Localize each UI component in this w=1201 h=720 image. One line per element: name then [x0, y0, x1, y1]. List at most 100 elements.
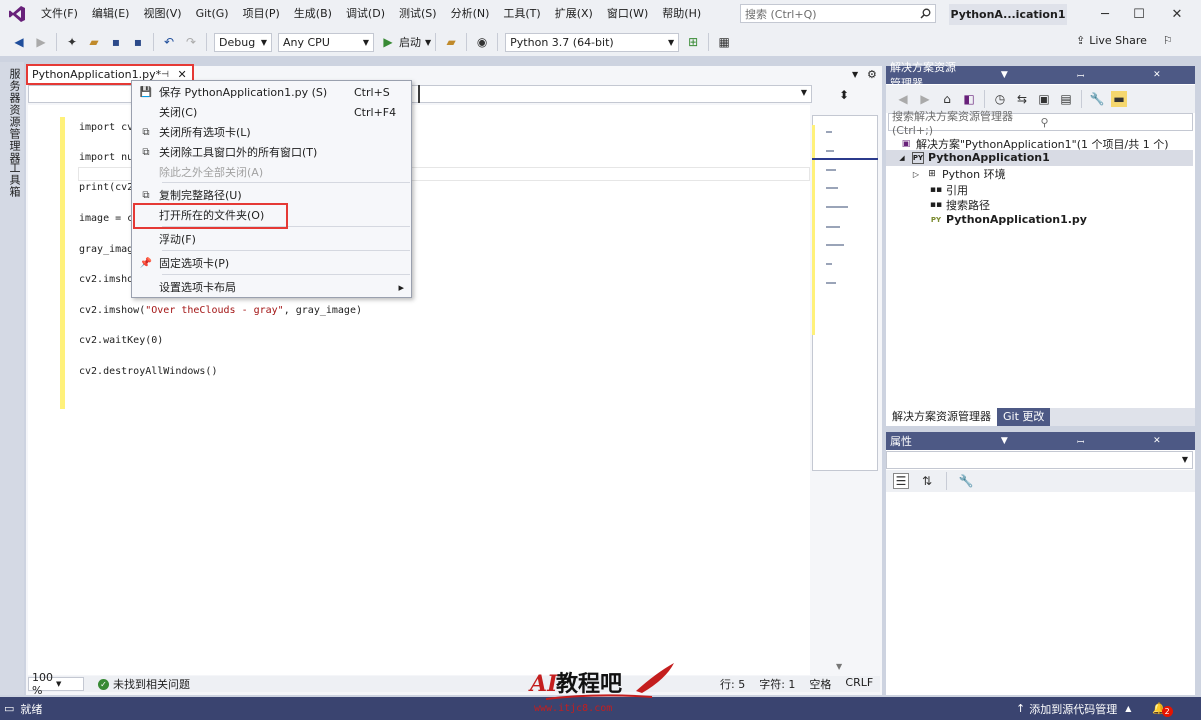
- add-to-source-control-button[interactable]: ↑ 添加到源代码管理 ▲: [1016, 701, 1131, 717]
- browse-icon[interactable]: ▰: [443, 34, 459, 50]
- close-icon[interactable]: ✕: [1119, 70, 1195, 80]
- minimize-button[interactable]: ─: [1088, 0, 1122, 28]
- context-menu-item[interactable]: ⧉ 关闭所有选项卡(L): [133, 122, 410, 142]
- preview-icon[interactable]: ▬: [1111, 91, 1127, 107]
- context-menu-item[interactable]: 📌 固定选项卡(P): [133, 253, 410, 273]
- save-all-icon[interactable]: ▪: [130, 34, 146, 50]
- menu-item[interactable]: 帮助(H): [655, 0, 708, 28]
- code-line[interactable]: import nu: [79, 152, 133, 163]
- tab-git-changes[interactable]: Git 更改: [997, 408, 1051, 426]
- chevron-down-icon[interactable]: ▼: [966, 436, 1042, 446]
- back-icon[interactable]: ◀: [11, 34, 27, 50]
- chevron-down-icon[interactable]: ▼: [966, 70, 1042, 80]
- code-line[interactable]: gray_imag: [79, 244, 133, 255]
- start-button[interactable]: 启动: [399, 34, 421, 50]
- close-icon[interactable]: ✕: [1119, 436, 1195, 446]
- collapse-all-icon[interactable]: ▣: [1036, 91, 1052, 107]
- issues-indicator[interactable]: ✓ 未找到相关问题: [98, 676, 190, 692]
- toolbox-tab[interactable]: 工具箱: [6, 162, 22, 198]
- save-icon[interactable]: ▪: [108, 34, 124, 50]
- switch-view-icon[interactable]: ◧: [961, 91, 977, 107]
- code-line[interactable]: cv2.destroyAllWindows(): [79, 366, 217, 377]
- pin-icon[interactable]: ⊣: [161, 70, 172, 80]
- line-ending-indicator[interactable]: CRLF: [845, 676, 873, 692]
- tree-node-python-env[interactable]: ▷ ⊞ Python 环境: [910, 166, 1006, 182]
- context-menu-item[interactable]: 关闭(C) Ctrl+F4: [133, 102, 410, 122]
- solution-search-input[interactable]: 搜索解决方案资源管理器(Ctrl+;) ⚲: [888, 110, 1193, 137]
- context-menu-item[interactable]: 💾 保存 PythonApplication1.py (S) Ctrl+S: [133, 82, 410, 102]
- environment-icon[interactable]: ⊞: [685, 34, 701, 50]
- property-pages-icon[interactable]: 🔧: [958, 473, 974, 489]
- tree-node-search-paths[interactable]: ▪▪ 搜索路径: [930, 197, 990, 213]
- split-editor-button[interactable]: ⬍: [820, 86, 868, 103]
- tab-solution-explorer[interactable]: 解决方案资源管理器: [886, 408, 997, 426]
- tree-node-project[interactable]: ◢ PY PythonApplication1: [896, 151, 1049, 164]
- menu-item[interactable]: 分析(N): [444, 0, 497, 28]
- open-folder-icon[interactable]: ▰: [86, 34, 102, 50]
- pin-icon[interactable]: ꟷ: [1043, 435, 1119, 448]
- code-line[interactable]: print(cv2: [79, 182, 133, 193]
- menu-item[interactable]: 文件(F): [34, 0, 85, 28]
- categorized-icon[interactable]: ☰: [893, 473, 909, 489]
- menu-item[interactable]: 工具(T): [496, 0, 547, 28]
- home-icon[interactable]: ⌂: [939, 91, 955, 107]
- tree-node-references[interactable]: ▪▪ 引用: [930, 182, 968, 198]
- zoom-select[interactable]: 100 % ▼: [28, 671, 84, 697]
- menu-item[interactable]: 项目(P): [236, 0, 287, 28]
- back-icon[interactable]: ◀: [895, 91, 911, 107]
- properties-object-select[interactable]: ▼: [886, 451, 1193, 469]
- server-explorer-tab[interactable]: 服务器资源管理器: [6, 68, 22, 164]
- chevron-down-icon[interactable]: ▼: [425, 38, 431, 47]
- code-minimap[interactable]: [812, 115, 878, 471]
- new-project-icon[interactable]: ✦: [64, 34, 80, 50]
- menu-item[interactable]: Git(G): [189, 0, 236, 28]
- context-menu-item[interactable]: 设置选项卡布局 ▸: [133, 277, 410, 297]
- code-line[interactable]: cv2.imsho: [79, 274, 133, 285]
- context-menu-item[interactable]: 除此之外全部关闭(A): [133, 162, 410, 182]
- layout-icon[interactable]: ▦: [716, 34, 732, 50]
- row-indicator[interactable]: 行: 5: [720, 676, 745, 692]
- forward-icon[interactable]: ▶: [33, 34, 49, 50]
- properties-wrench-icon[interactable]: 🔧: [1089, 91, 1105, 107]
- menu-item[interactable]: 编辑(E): [85, 0, 137, 28]
- column-indicator[interactable]: 字符: 1: [759, 676, 795, 692]
- tree-node-solution[interactable]: ▣ 解决方案"PythonApplication1"(1 个项目/共 1 个): [900, 136, 1169, 152]
- whitespace-indicator[interactable]: 空格: [809, 676, 831, 692]
- code-line[interactable]: cv2.imshow("Over theClouds - gray", gray…: [79, 305, 362, 316]
- settings-icon[interactable]: ⚙: [867, 68, 877, 81]
- context-menu-item[interactable]: ⧉ 复制完整路径(U): [133, 185, 410, 205]
- code-line[interactable]: cv2.waitKey(0): [79, 335, 163, 346]
- configuration-select[interactable]: Debug ▼: [214, 32, 272, 52]
- pin-icon[interactable]: ꟷ: [1043, 69, 1119, 82]
- code-line[interactable]: image = c: [79, 213, 133, 224]
- sync-icon[interactable]: ⇆: [1014, 91, 1030, 107]
- alphabetical-icon[interactable]: ⇅: [919, 473, 935, 489]
- scroll-down-icon[interactable]: ▼: [836, 662, 842, 671]
- menu-item[interactable]: 扩展(X): [548, 0, 600, 28]
- redo-icon[interactable]: ↷: [183, 34, 199, 50]
- search-input[interactable]: 搜索 (Ctrl+Q): [740, 4, 936, 23]
- menu-item[interactable]: 视图(V): [136, 0, 188, 28]
- menu-item[interactable]: 测试(S): [392, 0, 444, 28]
- live-share-button[interactable]: ⇪ Live Share ⚐: [1076, 34, 1173, 47]
- screenshot-icon[interactable]: ◉: [474, 34, 490, 50]
- menu-item[interactable]: 窗口(W): [600, 0, 655, 28]
- menu-item[interactable]: 生成(B): [287, 0, 339, 28]
- close-window-button[interactable]: ✕: [1160, 0, 1194, 28]
- visual-studio-logo-icon[interactable]: [0, 0, 34, 28]
- context-menu-item[interactable]: 浮动(F): [133, 229, 410, 249]
- tab-dropdown-icon[interactable]: ▼: [852, 70, 858, 79]
- history-icon[interactable]: ◷: [992, 91, 1008, 107]
- platform-select[interactable]: Any CPU ▼: [278, 32, 374, 52]
- code-line[interactable]: import cv: [79, 122, 133, 133]
- notifications-button[interactable]: 🔔 2: [1152, 700, 1173, 717]
- python-environment-select[interactable]: Python 3.7 (64-bit) ▼: [505, 32, 680, 52]
- forward-icon[interactable]: ▶: [917, 91, 933, 107]
- feedback-icon[interactable]: ⚐: [1163, 34, 1173, 47]
- context-menu-item[interactable]: ⧉ 关闭除工具窗口外的所有窗口(T): [133, 142, 410, 162]
- start-icon[interactable]: ▶: [380, 34, 396, 50]
- tree-node-file[interactable]: PY PythonApplication1.py: [930, 213, 1087, 226]
- undo-icon[interactable]: ↶: [161, 34, 177, 50]
- maximize-button[interactable]: ☐: [1122, 0, 1156, 28]
- show-all-files-icon[interactable]: ▤: [1058, 91, 1074, 107]
